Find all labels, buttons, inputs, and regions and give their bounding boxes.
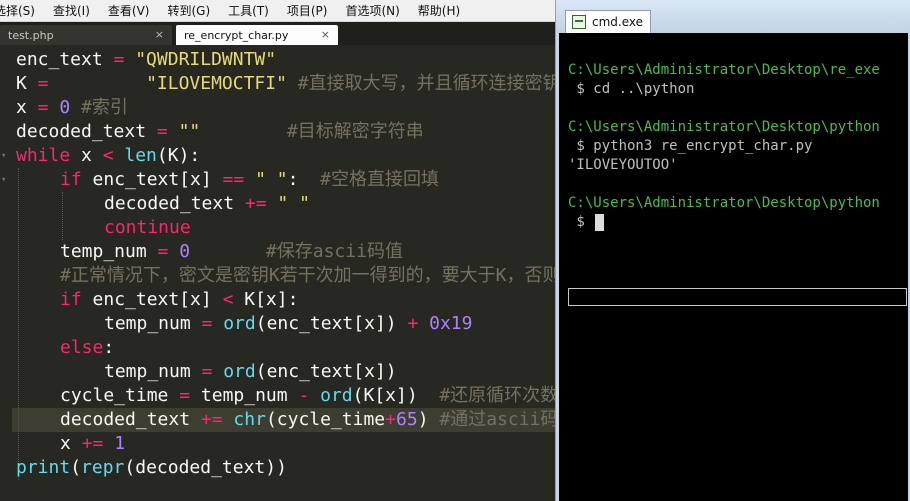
console-line: C:\Users\Administrator\Desktop\python [568, 195, 880, 211]
gutter [0, 48, 12, 501]
code-line-16: decoded_text += chr(cycle_time+65) #通过as… [60, 409, 631, 430]
tab-test-php[interactable]: test.php × [0, 25, 172, 45]
code-line-2: K = "ILOVEMOCTFI" #直接取大写，并且循环连接密钥 [16, 73, 561, 94]
file-tab-bar: test.php × re_encrypt_char.py × [0, 22, 555, 45]
menu-tools[interactable]: 工具(T) [219, 2, 278, 19]
code-line-15: cycle_time = temp_num - ord(K[x]) #还原循环次… [60, 385, 559, 406]
code-line-11: if enc_text[x] < K[x]: [60, 289, 299, 310]
cmd-console-window: cmd.exe C:\Users\Administrator\Desktop\r… [555, 0, 910, 501]
code-line-14: temp_num = ord(enc_text[x]) [104, 361, 397, 382]
console-prompt-line[interactable]: $ [568, 213, 605, 232]
code-line-4: decoded_text = "" #目标解密字符串 [16, 121, 424, 142]
code-line-12: temp_num = ord(enc_text[x]) + 0x19 [104, 313, 473, 334]
close-icon[interactable]: × [155, 28, 164, 41]
code-line-8: continue [104, 217, 191, 238]
console-line: 'ILOVEYOUTOO' [568, 157, 678, 173]
menu-view[interactable]: 查看(V) [99, 2, 159, 19]
console-prompt: $ [568, 214, 594, 230]
fold-arrow-icon[interactable]: ▾ [1, 151, 11, 161]
console-line: C:\Users\Administrator\Desktop\re_exe [568, 62, 880, 78]
code-editor: 选择(S) 查找(I) 查看(V) 转到(G) 工具(T) 项目(P) 首选项(… [0, 0, 654, 501]
menu-bar: 选择(S) 查找(I) 查看(V) 转到(G) 工具(T) 项目(P) 首选项(… [0, 0, 555, 22]
indent-guide [62, 192, 63, 240]
console-title-bar: cmd.exe [556, 0, 910, 33]
code-line-3: x = 0 #索引 [16, 97, 128, 118]
terminal-icon [572, 15, 586, 29]
tab-label: test.php [8, 28, 54, 42]
indent-guide [18, 168, 19, 480]
menu-preferences[interactable]: 首选项(N) [336, 2, 408, 19]
code-line-5: while x < len(K): [16, 145, 201, 166]
code-line-13: else: [60, 337, 115, 358]
text-cursor [595, 213, 605, 231]
code-line-1: enc_text = "QWDRILDWNTW" [16, 49, 277, 70]
menu-select[interactable]: 选择(S) [0, 2, 44, 19]
close-icon[interactable]: × [321, 28, 330, 41]
fold-arrow-icon[interactable]: ▾ [1, 175, 11, 185]
menu-find[interactable]: 查找(I) [44, 2, 99, 19]
menu-help[interactable]: 帮助(H) [409, 2, 469, 19]
console-input-box[interactable] [568, 288, 907, 306]
menu-project[interactable]: 项目(P) [278, 2, 337, 19]
code-line-9: temp_num = 0 #保存ascii码值 [60, 241, 403, 262]
code-area[interactable]: ▾ ▾ enc_text = "QWDRILDWNTW" K = "ILOVEM… [0, 48, 654, 501]
console-output[interactable]: C:\Users\Administrator\Desktop\re_exe $ … [559, 33, 908, 501]
code-line-17: x += 1 [60, 433, 126, 454]
menu-goto[interactable]: 转到(G) [158, 2, 219, 19]
code-line-7: decoded_text += " " [104, 193, 310, 214]
console-line: C:\Users\Administrator\Desktop\python [568, 119, 880, 135]
console-line: $ python3 re_encrypt_char.py [568, 138, 813, 154]
tab-label: re_encrypt_char.py [184, 28, 289, 42]
code-line-6: if enc_text[x] == " ": #空格直接回填 [60, 169, 439, 190]
console-line: $ cd ..\python [568, 81, 695, 97]
console-tab[interactable]: cmd.exe [565, 10, 651, 33]
code-line-18: print(repr(decoded_text)) [16, 457, 287, 478]
console-tab-label: cmd.exe [592, 15, 644, 29]
tab-re-encrypt-char[interactable]: re_encrypt_char.py × [176, 25, 338, 45]
